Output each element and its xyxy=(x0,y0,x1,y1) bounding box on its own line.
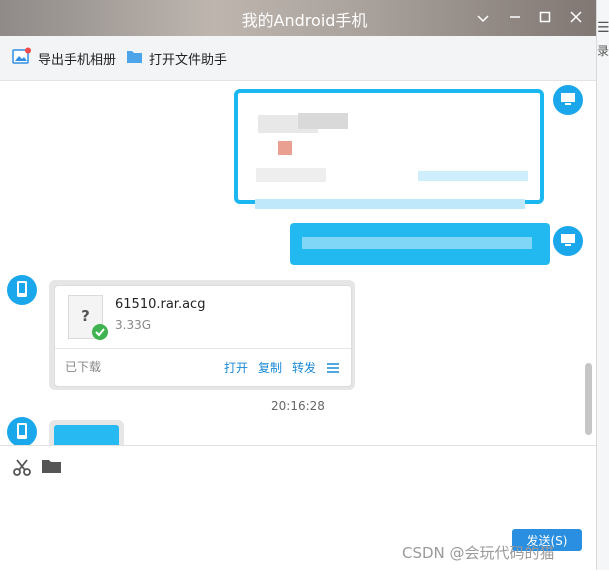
adjacent-window-label: 录 xyxy=(597,44,609,58)
open-file-link[interactable]: 打开 xyxy=(224,359,248,376)
album-icon xyxy=(12,47,32,69)
phone-avatar xyxy=(7,275,37,305)
watermark: CSDN @会玩代码的猫 xyxy=(402,544,555,562)
file-name: 61510.rar.acg xyxy=(115,297,206,312)
chevron-down-icon[interactable] xyxy=(472,7,494,29)
image-thumbnail xyxy=(54,425,119,445)
downloaded-check-icon xyxy=(92,324,108,340)
open-file-helper-button[interactable]: 打开文件助手 xyxy=(126,48,227,68)
computer-avatar-2 xyxy=(553,226,583,256)
file-message-body: ? 61510.rar.acg 3.33G 已下载 打开 复制 转发 xyxy=(54,285,352,387)
blur-streak xyxy=(255,199,525,209)
adjacent-window-edge xyxy=(596,0,609,570)
export-album-button[interactable]: 导出手机相册 xyxy=(12,47,117,69)
maximize-icon[interactable] xyxy=(534,7,556,29)
file-size: 3.33G xyxy=(115,318,152,332)
message-timestamp: 20:16:28 xyxy=(271,399,325,413)
download-status: 已下载 xyxy=(65,360,102,374)
blurred-outgoing-message xyxy=(234,89,544,204)
blurred-outgoing-message-2 xyxy=(290,223,550,265)
divider xyxy=(55,348,351,349)
folder-icon xyxy=(126,49,143,68)
forward-file-link[interactable]: 转发 xyxy=(292,359,316,376)
toolbar: 导出手机相册 打开文件助手 xyxy=(0,36,596,81)
message-input-area[interactable]: 发送(S) CSDN @会玩代码的猫 xyxy=(0,445,596,571)
scissors-icon[interactable] xyxy=(12,457,32,481)
close-icon[interactable] xyxy=(565,7,587,29)
phone-avatar-2 xyxy=(7,417,37,445)
folder-icon[interactable] xyxy=(41,457,62,479)
copy-file-link[interactable]: 复制 xyxy=(258,359,282,376)
image-message-card[interactable] xyxy=(49,420,124,445)
more-menu-icon[interactable] xyxy=(327,362,339,373)
chat-area[interactable]: ? 61510.rar.acg 3.33G 已下载 打开 复制 转发 20:16… xyxy=(0,81,596,445)
computer-avatar xyxy=(553,85,583,115)
hamburger-menu-icon[interactable]: ☰ xyxy=(597,20,609,36)
title-bar: 我的Android手机 xyxy=(0,0,609,36)
open-file-helper-label: 打开文件助手 xyxy=(149,52,228,68)
export-album-label: 导出手机相册 xyxy=(38,52,117,68)
minimize-icon[interactable] xyxy=(504,7,526,29)
chat-scrollbar[interactable] xyxy=(585,363,592,435)
file-message-card[interactable]: ? 61510.rar.acg 3.33G 已下载 打开 复制 转发 xyxy=(49,280,355,390)
